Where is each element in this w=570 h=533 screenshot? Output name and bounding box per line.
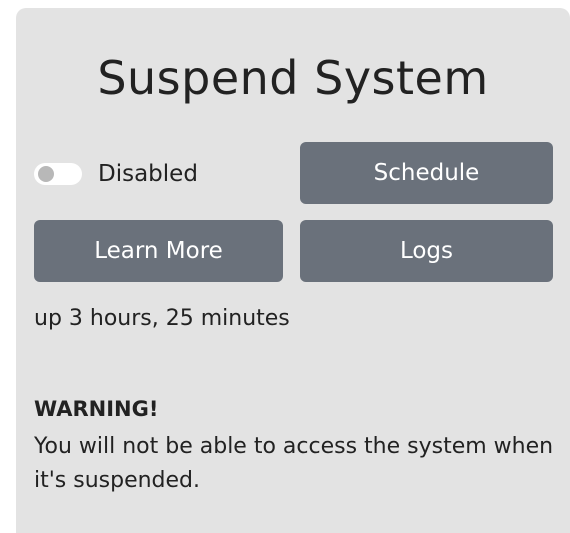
warning-title: WARNING!	[34, 397, 159, 421]
suspend-system-panel: Suspend System Disabled Schedule Learn M…	[16, 8, 570, 533]
toggle-label: Disabled	[98, 161, 198, 187]
uptime-status: up 3 hours, 25 minutes	[34, 306, 290, 331]
logs-button[interactable]: Logs	[300, 220, 553, 282]
warning-message: You will not be able to access the syste…	[34, 434, 554, 493]
learn-more-button[interactable]: Learn More	[34, 220, 283, 282]
panel-title: Suspend System	[97, 51, 489, 105]
schedule-button[interactable]: Schedule	[300, 142, 553, 204]
suspend-toggle[interactable]: Disabled	[34, 154, 198, 194]
toggle-switch[interactable]	[34, 163, 82, 185]
toggle-knob	[38, 166, 54, 182]
